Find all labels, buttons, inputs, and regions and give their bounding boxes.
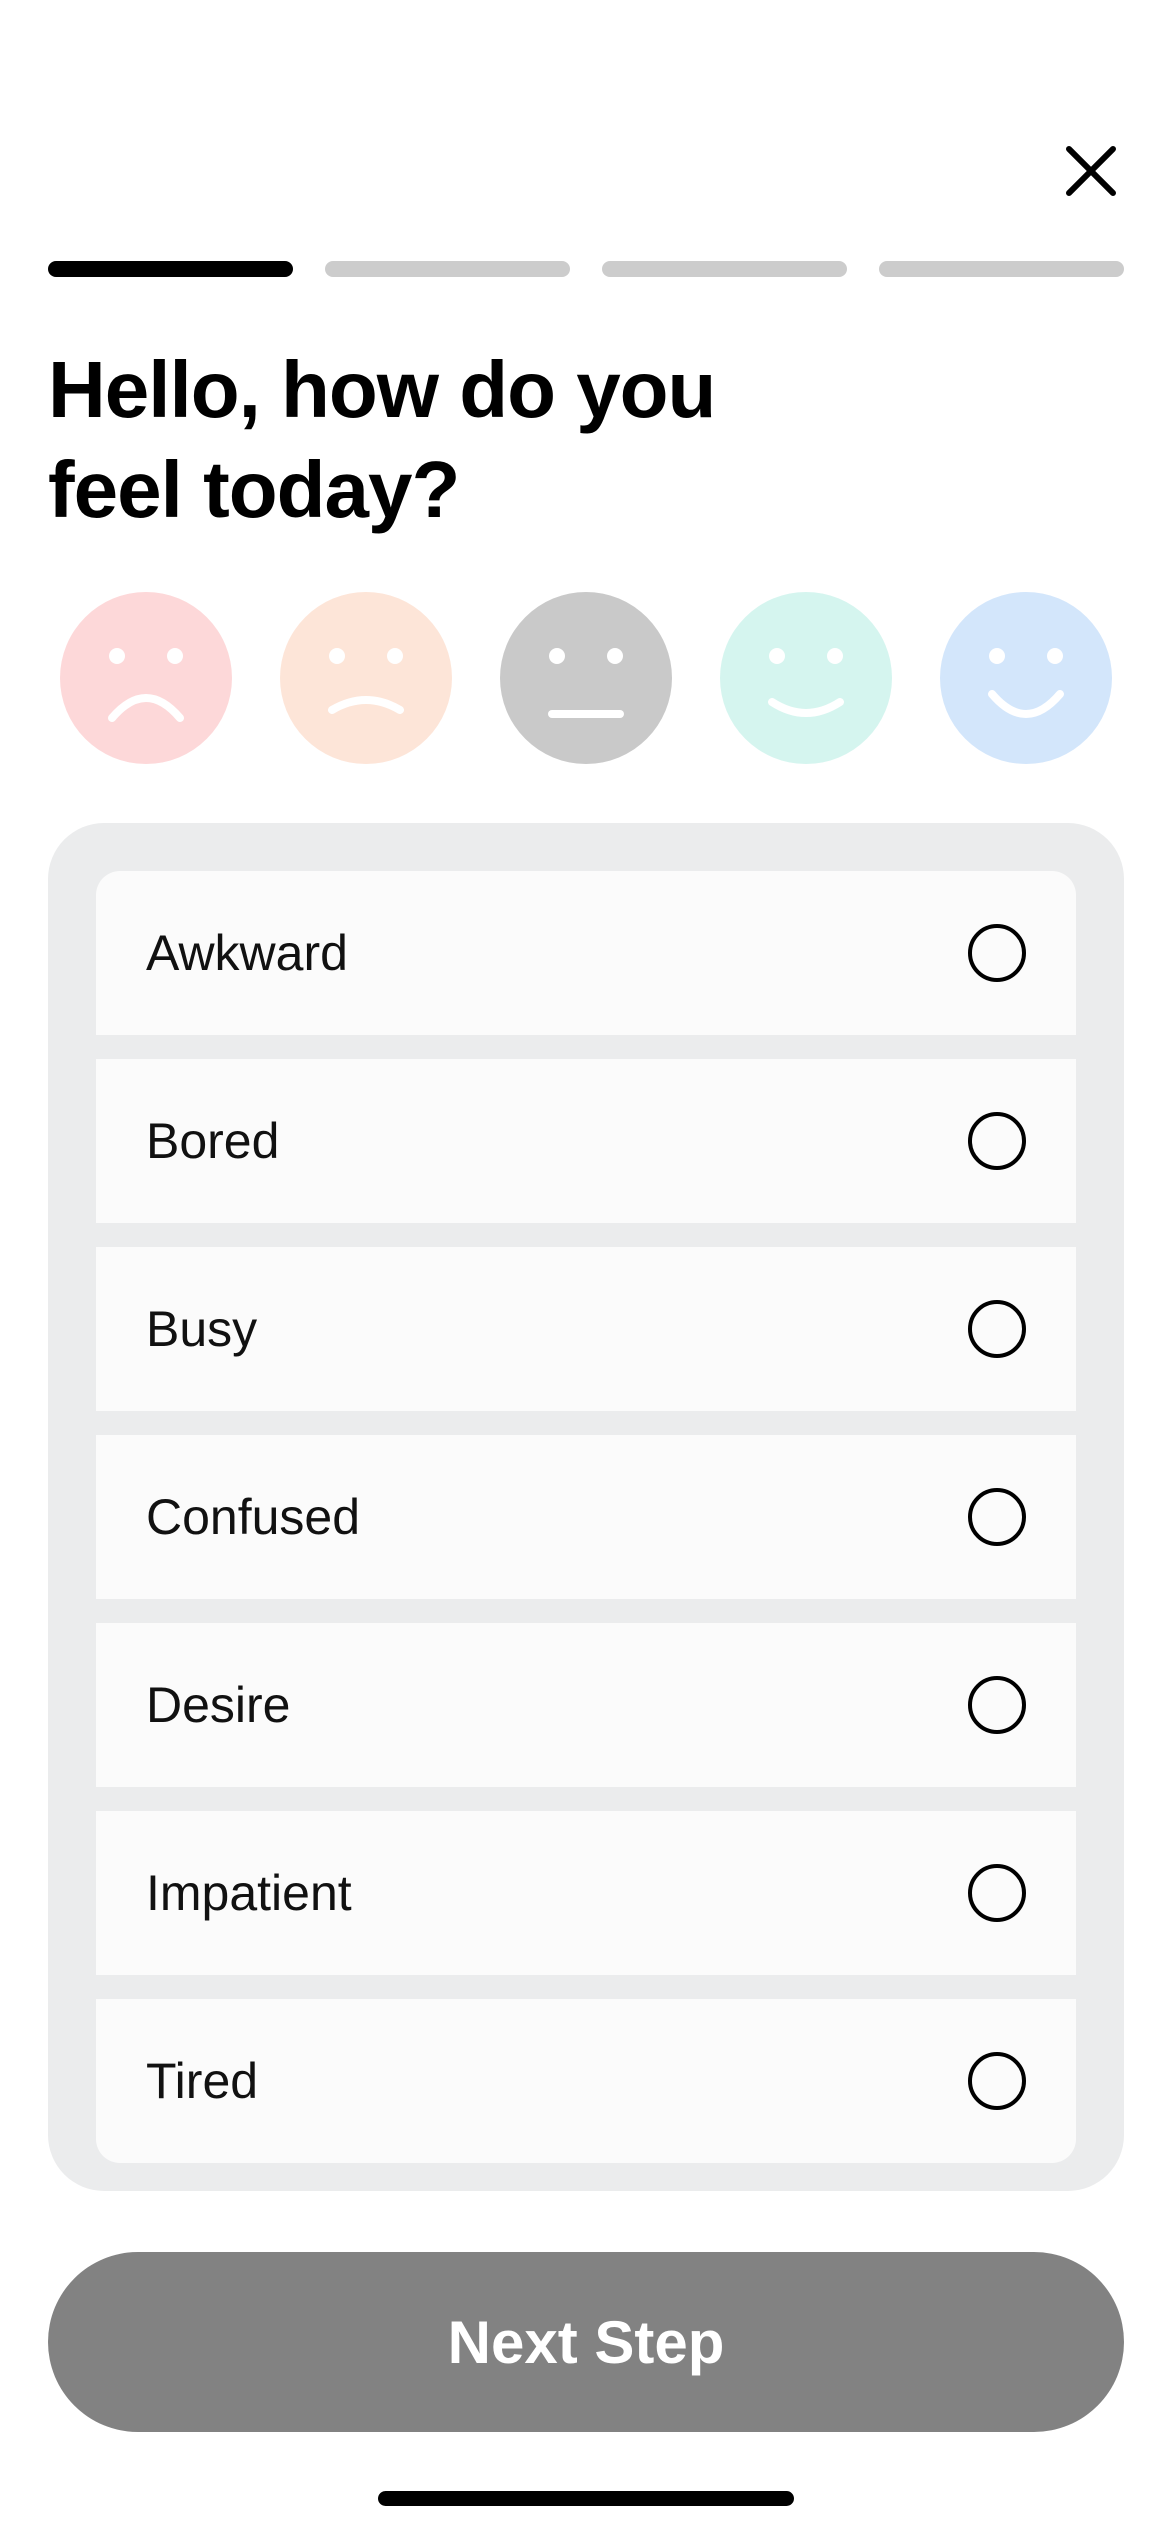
option-impatient[interactable]: Impatient — [96, 1811, 1076, 1975]
option-label: Desire — [146, 1677, 291, 1733]
option-tired[interactable]: Tired — [96, 1999, 1076, 2163]
happy-face-icon — [720, 592, 892, 764]
close-button[interactable] — [1055, 135, 1127, 207]
radio-button[interactable] — [968, 1112, 1026, 1170]
progress-step-1 — [48, 261, 293, 277]
option-busy[interactable]: Busy — [96, 1247, 1076, 1411]
option-label: Impatient — [146, 1865, 352, 1921]
close-icon — [1066, 146, 1116, 196]
progress-step-2 — [325, 261, 570, 277]
mood-neutral-button[interactable] — [500, 592, 672, 764]
mood-happy-button[interactable] — [720, 592, 892, 764]
very-happy-face-icon — [940, 592, 1112, 764]
option-label: Busy — [146, 1301, 258, 1357]
very-sad-face-icon — [60, 592, 232, 764]
progress-step-4 — [879, 261, 1124, 277]
option-label: Tired — [146, 2053, 259, 2109]
feelings-list: Awkward Bored Busy Confused Desire Impat… — [48, 823, 1124, 2191]
sad-face-icon — [280, 592, 452, 764]
mood-selector — [60, 592, 1112, 764]
mood-sad-button[interactable] — [280, 592, 452, 764]
option-awkward[interactable]: Awkward — [96, 871, 1076, 1035]
mood-very-happy-button[interactable] — [940, 592, 1112, 764]
option-label: Bored — [146, 1113, 280, 1169]
option-confused[interactable]: Confused — [96, 1435, 1076, 1599]
radio-button[interactable] — [968, 924, 1026, 982]
next-step-button[interactable]: Next Step — [48, 2252, 1124, 2432]
step-progress — [48, 261, 1124, 277]
option-label: Confused — [146, 1489, 361, 1545]
progress-step-3 — [602, 261, 847, 277]
option-desire[interactable]: Desire — [96, 1623, 1076, 1787]
radio-button[interactable] — [968, 1300, 1026, 1358]
radio-button[interactable] — [968, 1676, 1026, 1734]
mood-very-sad-button[interactable] — [60, 592, 232, 764]
page-title: Hello, how do you feel today? — [48, 345, 716, 534]
neutral-face-icon — [500, 592, 672, 764]
home-indicator[interactable] — [378, 2491, 794, 2506]
radio-button[interactable] — [968, 1488, 1026, 1546]
radio-button[interactable] — [968, 2052, 1026, 2110]
radio-button[interactable] — [968, 1864, 1026, 1922]
option-label: Awkward — [146, 925, 348, 981]
option-bored[interactable]: Bored — [96, 1059, 1076, 1223]
